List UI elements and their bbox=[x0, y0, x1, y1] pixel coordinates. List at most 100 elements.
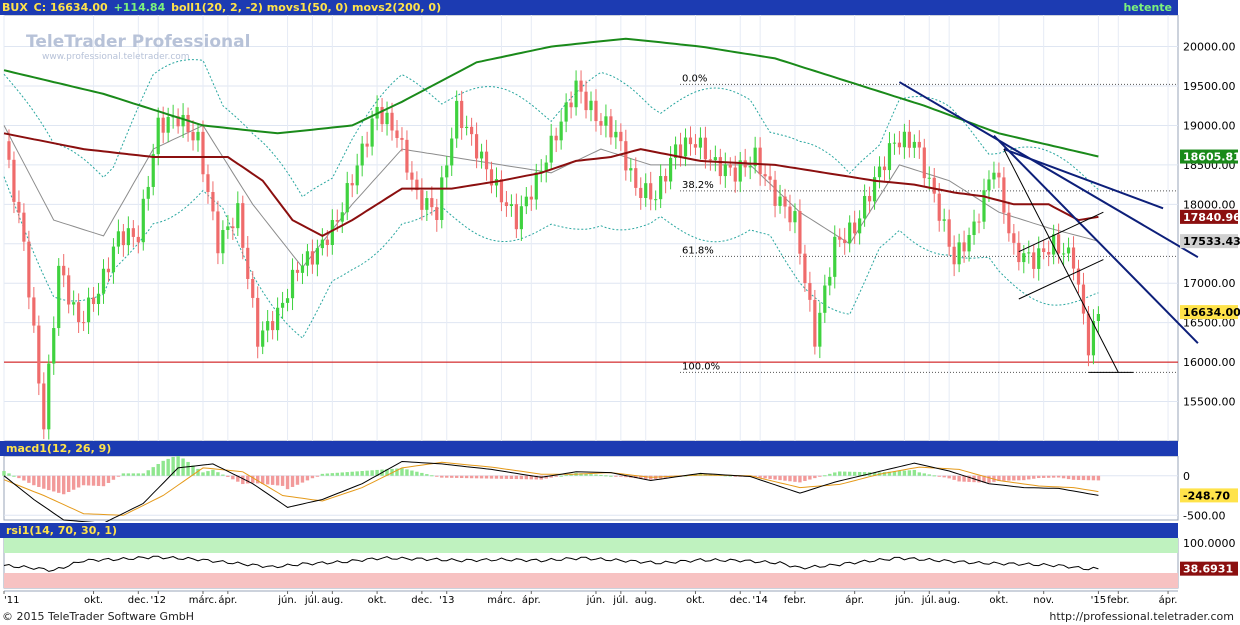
x-tick-label: jún. bbox=[277, 594, 297, 606]
candle-body bbox=[77, 302, 81, 323]
candle-body bbox=[266, 321, 270, 331]
candle-body bbox=[280, 302, 285, 308]
macd-histogram-bar bbox=[1046, 475, 1051, 478]
macd-histogram-bar bbox=[987, 475, 991, 483]
macd-histogram-bar bbox=[484, 475, 489, 479]
x-tick-label: '12 bbox=[150, 595, 165, 606]
candle-body bbox=[420, 190, 424, 210]
candle-body bbox=[47, 363, 51, 430]
candle-body bbox=[86, 297, 91, 323]
macd-histogram-bar bbox=[71, 475, 76, 490]
candle-body bbox=[221, 230, 225, 254]
macd-histogram-bar bbox=[1037, 475, 1041, 479]
candle-body bbox=[17, 201, 21, 213]
candle-body bbox=[7, 141, 11, 160]
x-tick-label: dec. bbox=[128, 595, 149, 606]
candle-body bbox=[688, 137, 693, 145]
macd-histogram-bar bbox=[216, 472, 220, 476]
candle-body bbox=[654, 199, 658, 201]
candle-body bbox=[892, 142, 897, 144]
macd-histogram-bar bbox=[12, 475, 16, 477]
candle-body bbox=[549, 135, 553, 163]
macd-histogram-bar bbox=[1066, 475, 1071, 480]
candle-body bbox=[803, 253, 807, 284]
footer: © 2015 TeleTrader Software GmbH http://p… bbox=[0, 609, 1240, 625]
macd-histogram-bar bbox=[902, 470, 907, 476]
macd-histogram-bar bbox=[350, 471, 354, 476]
candle-body bbox=[37, 325, 41, 384]
candle-body bbox=[32, 297, 36, 326]
candle-body bbox=[355, 165, 359, 186]
footer-url[interactable]: http://professional.teletrader.com bbox=[1049, 609, 1234, 625]
macd-histogram-bar bbox=[176, 456, 180, 476]
candle-body bbox=[81, 322, 86, 324]
x-tick-label: '11 bbox=[4, 595, 19, 606]
macd-histogram-bar bbox=[285, 475, 290, 490]
macd-histogram-bar bbox=[1022, 475, 1026, 481]
macd-histogram-bar bbox=[151, 467, 155, 476]
x-tick-label: aug. bbox=[635, 595, 657, 606]
macd-histogram-bar bbox=[619, 475, 623, 477]
candle-body bbox=[484, 151, 489, 170]
macd-histogram-bar bbox=[445, 475, 449, 478]
macd-histogram-bar bbox=[66, 475, 71, 492]
macd-histogram-bar bbox=[818, 475, 822, 477]
candle-body bbox=[271, 321, 275, 331]
rsi-overbought-zone bbox=[4, 538, 1178, 553]
candle-body bbox=[564, 102, 568, 122]
price-tick-label: 19500.00 bbox=[1183, 80, 1236, 93]
macd-histogram-bar bbox=[305, 475, 310, 481]
candle-body bbox=[559, 121, 563, 141]
candle-body bbox=[285, 298, 290, 303]
candle-body bbox=[778, 196, 782, 206]
rsi-label: rsi1(14, 70, 30, 1) bbox=[6, 524, 118, 537]
candle-body bbox=[748, 166, 752, 168]
last-value-bollinger: 17533.43 bbox=[1183, 235, 1240, 248]
macd-histogram-bar bbox=[952, 475, 956, 480]
x-tick-label: okt. bbox=[368, 595, 387, 606]
price-tick-label: 15500.00 bbox=[1183, 396, 1236, 409]
candle-body bbox=[350, 183, 354, 186]
x-tick-label: jún. bbox=[586, 594, 606, 606]
candle-body bbox=[783, 196, 787, 207]
macd-histogram-bar bbox=[1096, 475, 1101, 481]
macd-histogram-bar bbox=[937, 475, 941, 477]
candle-body bbox=[997, 172, 1001, 178]
rsi-chart[interactable]: 100.0000 38.6931 bbox=[0, 538, 1240, 589]
candle-body bbox=[937, 193, 941, 221]
x-tick-label: '15 bbox=[1091, 595, 1106, 606]
macd-histogram-bar bbox=[1027, 475, 1031, 480]
candle-body bbox=[335, 220, 339, 222]
macd-histogram-bar bbox=[897, 471, 902, 476]
macd-histogram-bar bbox=[1071, 475, 1076, 480]
x-tick-label: febr. bbox=[1107, 595, 1129, 606]
candle-body bbox=[972, 221, 976, 236]
candle-body bbox=[315, 248, 319, 265]
candle-body bbox=[196, 131, 200, 141]
candle-body bbox=[106, 268, 111, 273]
candle-body bbox=[1071, 247, 1076, 269]
macd-tick-label: 0 bbox=[1183, 470, 1190, 483]
candle-body bbox=[554, 135, 558, 141]
x-tick-label: aug. bbox=[938, 595, 960, 606]
macd-chart[interactable]: 0 -500.00 -248.70 bbox=[0, 456, 1240, 522]
candle-body bbox=[474, 134, 479, 159]
macd-histogram-bar bbox=[270, 475, 275, 485]
macd-histogram-bar bbox=[37, 475, 41, 487]
macd-histogram-bar bbox=[778, 475, 782, 481]
candle-body bbox=[460, 100, 464, 129]
macd-histogram-bar bbox=[932, 475, 936, 477]
candle-body bbox=[962, 242, 966, 252]
macd-histogram-bar bbox=[241, 475, 245, 485]
candle-body bbox=[788, 206, 792, 223]
price-chart[interactable]: 15500.0016000.0016500.0017000.0017500.00… bbox=[0, 15, 1240, 453]
macd-histogram-bar bbox=[833, 472, 837, 476]
candle-body bbox=[96, 293, 101, 305]
macd-histogram-bar bbox=[857, 471, 862, 476]
candle-body bbox=[295, 269, 300, 273]
candle-body bbox=[479, 151, 484, 159]
period-label[interactable]: hetente bbox=[1121, 0, 1172, 15]
candle-body bbox=[922, 147, 926, 179]
price-tick-label: 20000.00 bbox=[1183, 41, 1236, 54]
candle-body bbox=[604, 116, 608, 126]
